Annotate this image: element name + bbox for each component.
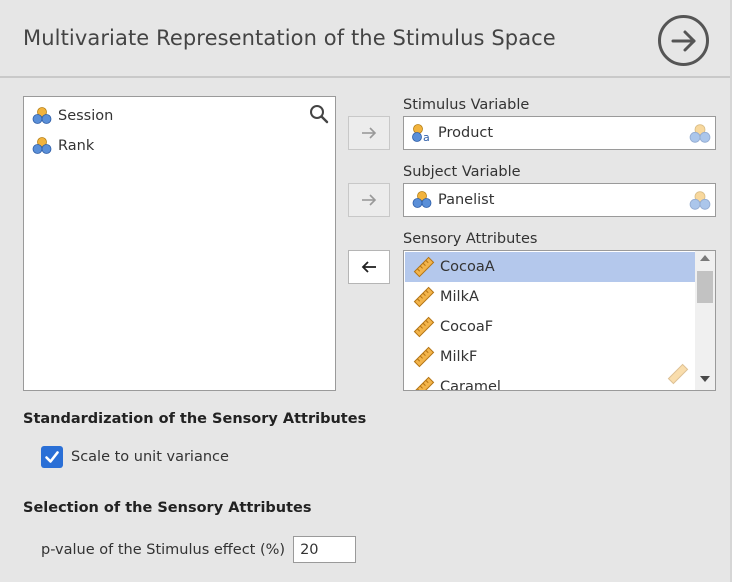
move-to-subject-button[interactable] bbox=[348, 183, 390, 217]
nominal-type-icon bbox=[689, 124, 711, 143]
selection-heading: Selection of the Sensory Attributes bbox=[23, 500, 312, 516]
run-button[interactable] bbox=[658, 15, 709, 66]
list-item-label: MilkA bbox=[440, 289, 479, 305]
move-from-attributes-button[interactable] bbox=[348, 250, 390, 284]
nominal-icon bbox=[412, 191, 432, 208]
ruler-icon bbox=[413, 256, 435, 278]
arrow-right-icon bbox=[362, 194, 377, 206]
scrollbar[interactable] bbox=[695, 251, 715, 390]
nominal-type-icon bbox=[689, 191, 711, 210]
list-item[interactable]: Rank bbox=[24, 131, 335, 161]
list-item-label: Rank bbox=[58, 138, 95, 154]
list-item-label: Caramel bbox=[440, 379, 501, 391]
list-item[interactable]: Caramel bbox=[405, 372, 695, 391]
list-item[interactable]: CocoaF bbox=[405, 312, 695, 342]
sensory-attributes-list[interactable]: CocoaA MilkA CocoaF MilkF Caramel bbox=[403, 250, 716, 391]
scroll-up-icon[interactable] bbox=[700, 255, 710, 261]
arrow-right-circle-icon bbox=[671, 30, 695, 51]
list-item-label: CocoaF bbox=[440, 319, 494, 335]
ruler-icon bbox=[413, 316, 435, 338]
list-item[interactable]: CocoaA bbox=[405, 252, 695, 282]
list-item-label: MilkF bbox=[440, 349, 478, 365]
scroll-down-icon[interactable] bbox=[700, 376, 710, 382]
scale-option: Scale to unit variance bbox=[41, 446, 229, 468]
ruler-icon bbox=[413, 376, 435, 390]
stimulus-variable-label: Stimulus Variable bbox=[403, 97, 530, 113]
nominal-icon bbox=[32, 107, 52, 124]
scale-type-icon bbox=[667, 363, 689, 385]
pvalue-label: p-value of the Stimulus effect (%) bbox=[41, 541, 286, 558]
subject-variable-label: Subject Variable bbox=[403, 164, 521, 180]
svg-text:a: a bbox=[423, 131, 430, 143]
ruler-icon bbox=[413, 346, 435, 368]
stimulus-variable-box[interactable]: a Product bbox=[403, 116, 716, 150]
panel-header: Multivariate Representation of the Stimu… bbox=[0, 0, 732, 78]
stimulus-variable-value: Product bbox=[438, 125, 494, 141]
ruler-icon bbox=[413, 286, 435, 308]
list-item[interactable]: Session bbox=[24, 101, 335, 131]
pvalue-option: p-value of the Stimulus effect (%) bbox=[41, 536, 357, 563]
page-title: Multivariate Representation of the Stimu… bbox=[23, 26, 556, 50]
list-item-label: CocoaA bbox=[440, 259, 495, 275]
list-item[interactable]: MilkF bbox=[405, 342, 695, 372]
sensory-attributes-label: Sensory Attributes bbox=[403, 231, 538, 247]
list-item-label: Session bbox=[58, 108, 114, 124]
available-variables-list[interactable]: Session Rank bbox=[23, 96, 336, 391]
arrow-left-icon bbox=[361, 261, 376, 273]
nominal-icon bbox=[32, 137, 52, 154]
nominal-text-icon: a bbox=[412, 124, 430, 143]
header-divider bbox=[0, 76, 732, 78]
search-icon[interactable] bbox=[309, 104, 329, 128]
checkmark-icon bbox=[45, 451, 59, 463]
standardization-heading: Standardization of the Sensory Attribute… bbox=[23, 411, 367, 427]
scroll-thumb[interactable] bbox=[697, 271, 713, 303]
list-item[interactable]: MilkA bbox=[405, 282, 695, 312]
subject-variable-box[interactable]: Panelist bbox=[403, 183, 716, 217]
pvalue-input[interactable] bbox=[293, 536, 357, 563]
scale-checkbox-label[interactable]: Scale to unit variance bbox=[71, 449, 229, 465]
scale-checkbox[interactable] bbox=[41, 446, 63, 468]
arrow-right-icon bbox=[362, 127, 377, 139]
move-to-stimulus-button[interactable] bbox=[348, 116, 390, 150]
subject-variable-value: Panelist bbox=[438, 192, 495, 208]
